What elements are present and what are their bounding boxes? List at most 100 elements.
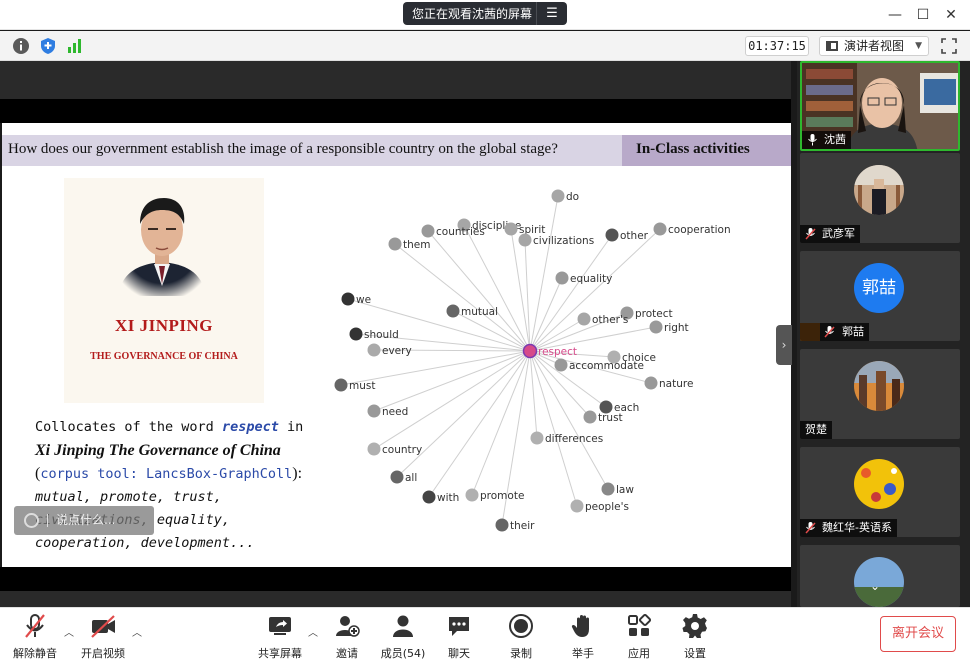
collocation-graph: dodisciplinecountries spiritcivilizations… xyxy=(334,189,731,532)
settings-label: 设置 xyxy=(684,647,706,660)
caption-line-1: Collocates of the word respect in xyxy=(35,416,335,439)
graph-center-label: respect xyxy=(538,346,577,358)
chevron-up-icon[interactable]: ︿ xyxy=(64,624,74,639)
graph-node xyxy=(583,410,597,424)
apps-label: 应用 xyxy=(628,647,650,660)
graph-node-label: nature xyxy=(659,378,693,390)
participant-name: 贺楚 xyxy=(800,421,832,439)
chat-icon xyxy=(449,617,469,636)
chevron-up-icon[interactable]: ︿ xyxy=(132,624,142,639)
participant-tile[interactable]: 沈茜 xyxy=(800,61,960,151)
participant-tile[interactable]: ⌄ xyxy=(800,545,960,607)
participant-name-text: 贺楚 xyxy=(805,423,827,436)
participant-name: 沈茜 xyxy=(802,131,851,149)
invite-button[interactable]: 邀请 xyxy=(330,612,364,660)
graph-node xyxy=(653,222,667,236)
graph-edge xyxy=(529,228,661,352)
add-user-icon xyxy=(336,616,360,637)
avatar xyxy=(854,459,904,509)
avatar xyxy=(854,361,904,411)
graph-edge xyxy=(347,298,531,352)
participant-tile[interactable]: 魏红华-英语系 xyxy=(800,447,960,537)
close-icon[interactable]: ✕ xyxy=(942,6,960,24)
graph-node-label: cooperation xyxy=(668,224,731,236)
speaker-view-icon xyxy=(826,41,838,51)
invite-label: 邀请 xyxy=(336,647,358,660)
graph-node-label: differences xyxy=(545,433,603,445)
comment-icon xyxy=(24,513,39,528)
muted-microphone-icon xyxy=(805,228,816,240)
unmute-button[interactable]: 解除静音 xyxy=(10,612,60,660)
members-button[interactable]: 成员(54) xyxy=(380,612,426,660)
graph-node-label: all xyxy=(405,472,417,484)
menu-icon[interactable]: ☰ xyxy=(537,6,567,21)
portrait-image xyxy=(112,186,212,296)
graph-node-label: other's xyxy=(592,314,628,326)
graph-node xyxy=(334,378,348,392)
share-screen-button[interactable]: 共享屏幕 xyxy=(255,612,305,660)
participant-tile[interactable]: 武彦军 xyxy=(800,153,960,243)
graph-node xyxy=(644,376,658,390)
signal-icon[interactable] xyxy=(66,37,84,55)
participant-tile[interactable]: 贺楚 xyxy=(800,349,960,439)
avatar-text: 郭喆 xyxy=(862,278,896,298)
graph-node-label: equality xyxy=(570,273,612,285)
raise-hand-button[interactable]: 举手 xyxy=(566,612,600,660)
graph-node-label: every xyxy=(382,345,412,357)
graph-node xyxy=(554,358,568,372)
view-mode-dropdown[interactable]: 演讲者视图 ▼ xyxy=(819,36,929,56)
record-button[interactable]: 录制 xyxy=(504,612,538,660)
members-label: 成员(54) xyxy=(380,647,426,660)
chevron-down-icon[interactable]: ⌄ xyxy=(870,579,880,593)
meeting-timer: 01:37:15 xyxy=(745,36,809,56)
book-subtitle: THE GOVERNANCE OF CHINA xyxy=(90,351,238,362)
info-icon[interactable] xyxy=(12,37,30,55)
video-off-icon xyxy=(91,615,115,638)
muted-microphone-icon xyxy=(25,614,45,638)
activity-bar: In-Class activities xyxy=(622,135,791,166)
title-bar: 您正在观看沈茜的屏幕 ☰ — ☐ ✕ xyxy=(0,0,970,30)
muted-microphone-icon xyxy=(824,326,835,338)
leave-meeting-button[interactable]: 离开会议 xyxy=(880,616,956,652)
activity-label: In-Class activities xyxy=(636,141,750,157)
graph-edge xyxy=(396,350,531,478)
caption-suffix: in xyxy=(278,419,304,435)
settings-button[interactable]: 设置 xyxy=(678,612,712,660)
graph-node xyxy=(341,292,355,306)
graph-node xyxy=(421,224,435,238)
fullscreen-icon[interactable] xyxy=(941,38,957,54)
letterbox-top xyxy=(0,99,791,123)
muted-microphone-icon xyxy=(805,522,816,534)
graph-node-label: right xyxy=(664,322,689,334)
graph-edge xyxy=(394,243,531,352)
maximize-icon[interactable]: ☐ xyxy=(914,6,932,24)
collapse-sidebar-button[interactable]: › xyxy=(776,325,792,365)
graph-node xyxy=(465,488,479,502)
graph-node-label: law xyxy=(616,484,634,496)
screen-share-indicator[interactable]: 您正在观看沈茜的屏幕 ☰ xyxy=(403,2,567,25)
comment-input[interactable]: 说点什么... xyxy=(14,506,154,535)
caption-book-title: Xi Jinping The Governance of China xyxy=(35,442,281,459)
caption-keyword: respect xyxy=(221,419,279,435)
question-bar: How does our government establish the im… xyxy=(2,135,622,166)
apps-button[interactable]: 应用 xyxy=(622,612,656,660)
share-status-text: 您正在观看沈茜的屏幕 xyxy=(412,7,533,21)
shield-icon[interactable] xyxy=(39,37,57,55)
graph-node-label: accommodate xyxy=(569,360,644,372)
chevron-down-icon: ▼ xyxy=(915,41,922,51)
meeting-toolbar: 01:37:15 演讲者视图 ▼ xyxy=(0,31,970,61)
chat-label: 聊天 xyxy=(448,647,470,660)
chat-button[interactable]: 聊天 xyxy=(442,612,476,660)
chevron-up-icon[interactable]: ︿ xyxy=(308,624,318,639)
shared-screen: How does our government establish the im… xyxy=(0,61,791,607)
book-title: XI JINPING xyxy=(114,316,214,335)
letterbox-bottom xyxy=(0,567,791,591)
graph-edge xyxy=(373,350,531,412)
graph-node-label: them xyxy=(403,239,430,251)
participant-name: 郭喆 xyxy=(800,323,869,341)
graph-node-label: do xyxy=(566,191,579,203)
participant-tile[interactable]: 郭喆 郭喆 xyxy=(800,251,960,341)
start-video-button[interactable]: 开启视频 xyxy=(78,612,128,660)
minimize-icon[interactable]: — xyxy=(886,6,904,24)
avatar xyxy=(854,165,904,215)
